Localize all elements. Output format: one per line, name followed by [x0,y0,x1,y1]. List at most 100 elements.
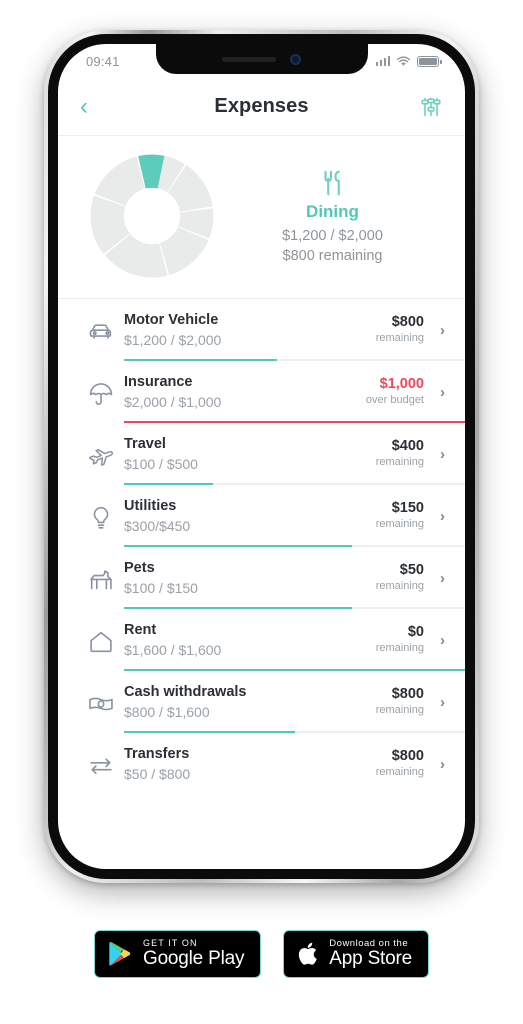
row-status: remaining [375,642,424,654]
row-subtitle: $1,200 / $2,000 [124,332,222,348]
chevron-right-icon[interactable]: › [432,436,445,463]
row-right: $0 remaining [376,622,424,654]
row-title: Rent [124,622,157,638]
chevron-right-icon[interactable]: › [432,746,445,773]
row-texts: Insurance $2,000 / $1,000 [124,374,358,410]
page-title: Expenses [214,95,309,117]
row-main: Insurance $2,000 / $1,000 $1,000 over bu… [124,374,445,410]
expenses-list: Motor Vehicle $1,200 / $2,000 $800 remai… [58,299,465,795]
row-main: Travel $100 / $500 $400 remaining › [124,436,445,472]
row-icon-wrap [78,560,124,594]
wifi-icon [396,55,411,66]
row-subtitle: $2,000 / $1,000 [124,394,222,410]
filter-button[interactable] [419,95,443,119]
row-right: $150 remaining [376,498,424,530]
table-row[interactable]: Cash withdrawals $800 / $1,600 $800 rema… [58,671,465,733]
google-play-badge[interactable]: GET IT ON Google Play [93,930,262,978]
app-store-text: Download on the App Store [329,939,412,969]
donut-chart[interactable] [82,152,222,280]
phone-device-frame: 09:41 ‹ Expenses Dining $1,200 / $2,000 … [44,30,479,883]
row-icon-wrap [78,374,124,408]
front-camera-icon [290,53,301,65]
app-header: ‹ Expenses [58,78,465,136]
row-value: $150 [391,500,424,516]
row-texts: Utilities $300/$450 [124,498,368,534]
dining-category-icon-wrap [232,168,433,198]
row-body: Transfers $50 / $800 $800 remaining › [124,746,445,795]
summary-category-name: Dining [306,202,359,221]
apple-logo-icon [299,942,318,965]
row-body: Travel $100 / $500 $400 remaining › [124,436,465,485]
row-right: $400 remaining [376,436,424,468]
chevron-right-icon[interactable]: › [432,622,445,649]
row-right: $800 remaining [376,312,424,344]
table-row[interactable]: Insurance $2,000 / $1,000 $1,000 over bu… [58,361,465,423]
screenshot-canvas: 09:41 ‹ Expenses Dining $1,200 / $2,000 … [0,0,523,1024]
table-row[interactable]: Utilities $300/$450 $150 remaining › [58,485,465,547]
back-button[interactable]: ‹ [80,94,108,119]
row-texts: Transfers $50 / $800 [124,746,368,782]
row-value: $50 [399,562,424,578]
row-title: Motor Vehicle [124,312,219,328]
row-status: remaining [375,766,424,778]
row-right: $800 remaining [376,746,424,778]
car-icon [89,324,112,339]
row-texts: Pets $100 / $150 [124,560,368,596]
row-subtitle: $100 / $500 [124,456,198,472]
row-value: $0 [407,624,424,640]
umbrella-icon [89,383,113,405]
google-play-text: GET IT ON Google Play [143,938,245,968]
row-body: Utilities $300/$450 $150 remaining › [124,498,465,547]
row-main: Pets $100 / $150 $50 remaining › [124,560,445,596]
row-main: Rent $1,600 / $1,600 $0 remaining › [124,622,445,658]
chevron-right-icon[interactable]: › [432,498,445,525]
app-store-big-label: App Store [329,948,412,970]
row-main: Transfers $50 / $800 $800 remaining › [124,746,445,782]
store-badges: GET IT ON Google Play Download on the Ap… [0,930,523,978]
row-texts: Travel $100 / $500 [124,436,368,472]
row-body: Pets $100 / $150 $50 remaining › [124,560,465,609]
expenses-donut-chart-svg [90,154,214,278]
transfer-arrows-icon [90,758,112,775]
lightbulb-icon [93,506,109,529]
row-subtitle: $1,600 / $1,600 [124,642,222,658]
row-status: remaining [375,580,424,592]
row-subtitle: $300/$450 [124,518,191,534]
chevron-right-icon[interactable]: › [432,374,445,401]
home-rent-icon [90,631,112,653]
row-value: $800 [391,314,424,330]
app-store-badge[interactable]: Download on the App Store [283,930,429,978]
google-play-icon [109,941,131,966]
row-status: remaining [375,518,424,530]
row-texts: Motor Vehicle $1,200 / $2,000 [124,312,368,348]
earpiece-speaker-icon [222,56,276,62]
summary-amount: $1,200 / $2,000 [282,228,383,244]
row-subtitle: $100 / $150 [124,580,198,596]
row-icon-wrap [78,746,124,780]
row-title: Transfers [124,746,190,762]
row-value: $800 [391,686,424,702]
phone-screen: 09:41 ‹ Expenses Dining $1,200 / $2,000 … [58,44,465,869]
phone-bezel: 09:41 ‹ Expenses Dining $1,200 / $2,000 … [48,34,475,879]
row-title: Insurance [124,374,193,390]
status-bar-time: 09:41 [86,53,120,69]
row-texts: Cash withdrawals $800 / $1,600 [124,684,368,720]
table-row[interactable]: Travel $100 / $500 $400 remaining › [58,423,465,485]
table-row[interactable]: Pets $100 / $150 $50 remaining › [58,547,465,609]
chevron-right-icon[interactable]: › [432,312,445,339]
airplane-icon [89,449,114,466]
dog-pets-icon [90,570,112,590]
chevron-right-icon[interactable]: › [432,560,445,587]
table-row[interactable]: Motor Vehicle $1,200 / $2,000 $800 remai… [58,299,465,361]
row-body: Rent $1,600 / $1,600 $0 remaining › [124,622,465,671]
row-title: Cash withdrawals [124,684,247,700]
table-row[interactable]: Transfers $50 / $800 $800 remaining › [58,733,465,795]
row-right: $800 remaining [376,684,424,716]
row-main: Cash withdrawals $800 / $1,600 $800 rema… [124,684,445,720]
row-right: $50 remaining [376,560,424,592]
table-row[interactable]: Rent $1,600 / $1,600 $0 remaining › [58,609,465,671]
row-icon-wrap [78,622,124,656]
chevron-right-icon[interactable]: › [432,684,445,711]
row-body: Insurance $2,000 / $1,000 $1,000 over bu… [124,374,465,423]
banknote-cash-icon [89,697,113,711]
